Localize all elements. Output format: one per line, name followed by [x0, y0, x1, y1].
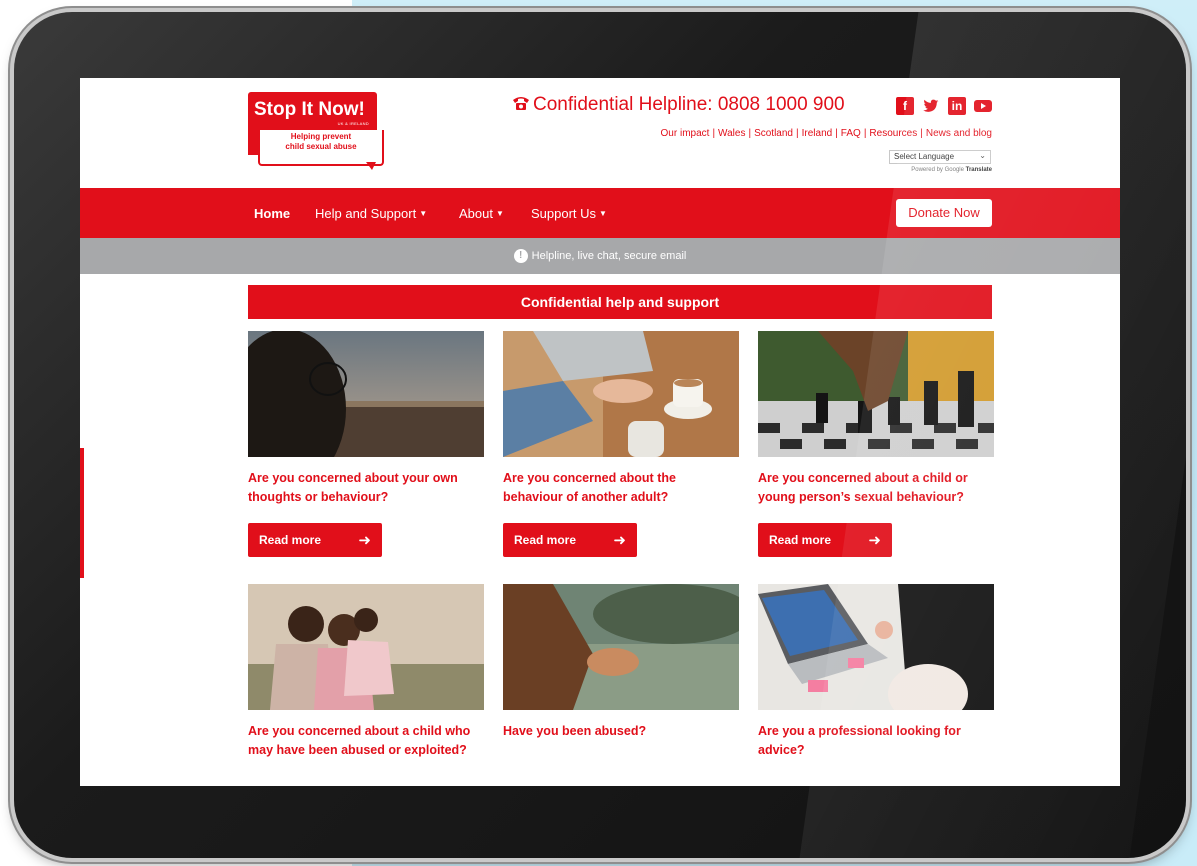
nav-help-and-support[interactable]: Help and Support ▼ — [315, 206, 427, 221]
tablet-frame: Stop It Now! UK & IRELAND Helping preven… — [14, 12, 1186, 858]
read-more-button[interactable]: Read more ➜ — [758, 523, 892, 557]
read-more-button[interactable]: Read more ➜ — [503, 523, 637, 557]
card-image — [248, 584, 484, 710]
card-professional[interactable]: Are you a professional looking for advic… — [758, 584, 994, 760]
linkedin-icon[interactable]: in — [948, 97, 966, 115]
card-image — [758, 331, 994, 457]
info-bar[interactable]: ! Helpline, live chat, secure email — [80, 238, 1120, 274]
logo-tagline-bubble: Helping prevent child sexual abuse — [248, 129, 384, 166]
logo-tagline-line2: child sexual abuse — [285, 142, 357, 151]
logo-banner: Stop It Now! UK & IRELAND — [248, 92, 377, 130]
card-image — [503, 584, 739, 710]
card-own-thoughts[interactable]: Are you concerned about your own thought… — [248, 331, 484, 507]
top-link-scotland[interactable]: Scotland — [754, 128, 793, 139]
info-icon: ! — [513, 249, 528, 264]
read-more-button[interactable]: Read more ➜ — [248, 523, 382, 557]
nav-about[interactable]: About ▼ — [459, 206, 504, 221]
top-link-news-blog[interactable]: News and blog — [926, 128, 992, 139]
logo-region: UK & IRELAND — [337, 121, 369, 126]
twitter-icon[interactable] — [922, 97, 940, 115]
top-links: Our impact | Wales | Scotland | Ireland | FAQ | Re… — [660, 128, 992, 139]
social-links: f in — [896, 97, 992, 115]
top-link-faq[interactable]: FAQ — [841, 128, 861, 139]
top-link-resources[interactable]: Resources — [869, 128, 917, 139]
phone-icon — [512, 95, 530, 111]
arrow-right-icon: ➜ — [613, 532, 626, 549]
card-been-abused[interactable]: Have you been abused? — [503, 584, 739, 741]
language-select-value: Select Language — [894, 152, 955, 161]
youtube-icon[interactable] — [974, 97, 992, 115]
nav-support-us[interactable]: Support Us ▼ — [531, 206, 607, 221]
chevron-down-icon: ⌄ — [979, 151, 986, 160]
arrow-right-icon: ➜ — [868, 532, 881, 549]
arrow-right-icon: ➜ — [358, 532, 371, 549]
card-title[interactable]: Have you been abused? — [503, 722, 739, 741]
section-banner: Confidential help and support — [248, 285, 992, 319]
caret-down-icon: ▼ — [599, 209, 607, 218]
card-title[interactable]: Are you concerned about a child who may … — [248, 722, 484, 760]
powered-by-google: Powered by Google Translate — [911, 167, 992, 173]
card-young-person[interactable]: Are you concerned about a child or young… — [758, 331, 994, 507]
card-image — [248, 331, 484, 457]
caret-down-icon: ▼ — [495, 209, 504, 218]
card-another-adult[interactable]: Are you concerned about the behaviour of… — [503, 331, 739, 507]
card-image — [758, 584, 994, 710]
side-accent — [80, 448, 84, 578]
site-logo[interactable]: Stop It Now! UK & IRELAND Helping preven… — [248, 92, 384, 172]
top-link-ireland[interactable]: Ireland — [802, 128, 833, 139]
card-child-abused[interactable]: Are you concerned about a child who may … — [248, 584, 484, 760]
logo-tagline-line1: Helping prevent — [290, 132, 352, 141]
donate-now-button[interactable]: Donate Now — [896, 199, 992, 227]
language-select[interactable]: Select Language ⌄ — [889, 150, 991, 164]
info-bar-text: Helpline, live chat, secure email — [531, 250, 687, 262]
card-title[interactable]: Are you a professional looking for advic… — [758, 722, 994, 760]
card-title[interactable]: Are you concerned about the behaviour of… — [503, 469, 739, 507]
facebook-icon[interactable]: f — [896, 97, 914, 115]
tablet-screen: Stop It Now! UK & IRELAND Helping preven… — [80, 78, 1120, 786]
nav-home[interactable]: Home — [254, 206, 290, 221]
helpline-label: Confidential Helpline: 0808 1000 900 — [533, 94, 845, 115]
main-nav: Home Help and Support ▼ About ▼ Support Us… — [80, 188, 1120, 238]
helpline-number[interactable]: Confidential Helpline: 0808 1000 900 — [512, 94, 845, 116]
card-title[interactable]: Are you concerned about your own thought… — [248, 469, 484, 507]
caret-down-icon: ▼ — [419, 209, 428, 218]
card-title[interactable]: Are you concerned about a child or young… — [758, 469, 994, 507]
card-image — [503, 331, 739, 457]
logo-bubble-tail — [366, 162, 376, 170]
top-link-our-impact[interactable]: Our impact — [661, 128, 710, 139]
logo-title: Stop It Now! — [254, 99, 365, 120]
top-link-wales[interactable]: Wales — [718, 128, 745, 139]
